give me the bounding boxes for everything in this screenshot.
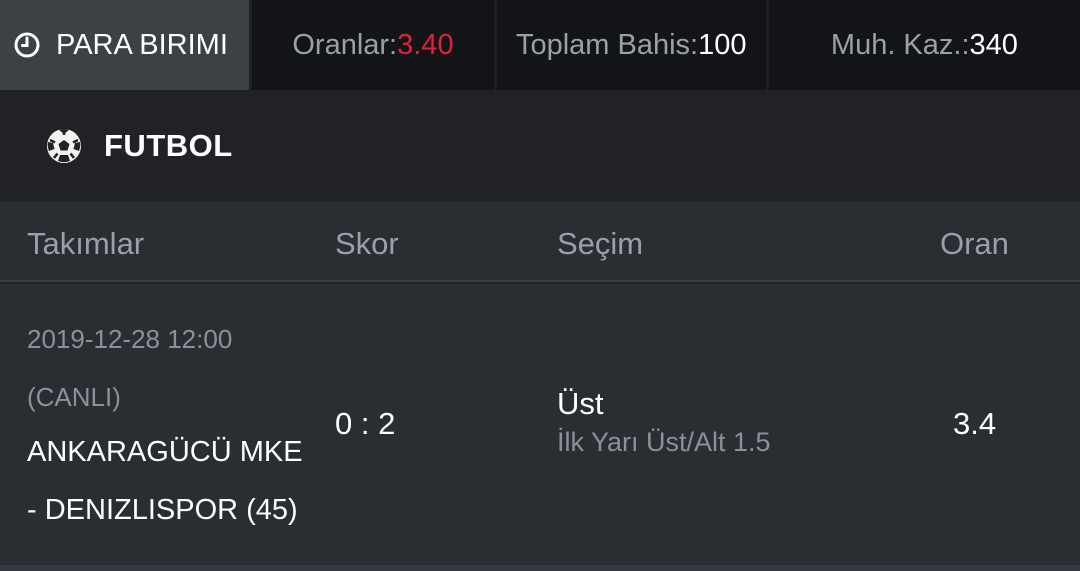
bet-summary-bar: PARA BIRIMI Oranlar: 3.40 Toplam Bahis: … [0, 0, 1080, 90]
selection-pick: Üst [557, 386, 604, 421]
total-stake: Toplam Bahis: 100 [497, 0, 766, 90]
currency-button[interactable]: PARA BIRIMI [0, 0, 250, 90]
stake-label: Toplam Bahis: [515, 28, 699, 61]
home-team: ANKARAGÜCÜ MKE [27, 436, 303, 468]
away-team: - DENIZLISPOR (45) [27, 494, 298, 526]
potential-win-label: Muh. Kaz.: [830, 28, 970, 61]
section-title: FUTBOL [104, 128, 233, 163]
clock-icon [12, 30, 42, 60]
selection-market: İlk Yarı Üst/Alt 1.5 [557, 427, 771, 457]
live-status: (CANLI) [27, 382, 121, 412]
column-header-teams: Takımlar [27, 226, 145, 261]
soccer-ball-icon [44, 126, 84, 166]
column-header-selection: Seçim [557, 226, 644, 261]
match-date: 2019-12-28 12:00 [27, 324, 233, 354]
currency-label: PARA BIRIMI [56, 28, 228, 61]
selection-odd: 3.4 [953, 406, 997, 441]
stake-value: 100 [698, 28, 747, 61]
odds-label: Oranlar: [292, 28, 398, 61]
divider [0, 565, 1080, 571]
total-odds: Oranlar: 3.40 [252, 0, 493, 90]
sport-section-header: FUTBOL [0, 90, 1080, 202]
potential-win: Muh. Kaz.: 340 [769, 0, 1080, 90]
potential-win-value: 340 [969, 28, 1018, 61]
odds-value: 3.40 [397, 28, 454, 61]
column-header-score: Skor [335, 226, 399, 261]
match-score: 0 : 2 [335, 406, 396, 441]
table-header: Takımlar Skor Seçim Oran [0, 202, 1080, 282]
table-row[interactable]: 2019-12-28 12:00 (CANLI) ANKARAGÜCÜ MKE … [0, 284, 1080, 571]
column-header-odds: Oran [940, 226, 1009, 261]
